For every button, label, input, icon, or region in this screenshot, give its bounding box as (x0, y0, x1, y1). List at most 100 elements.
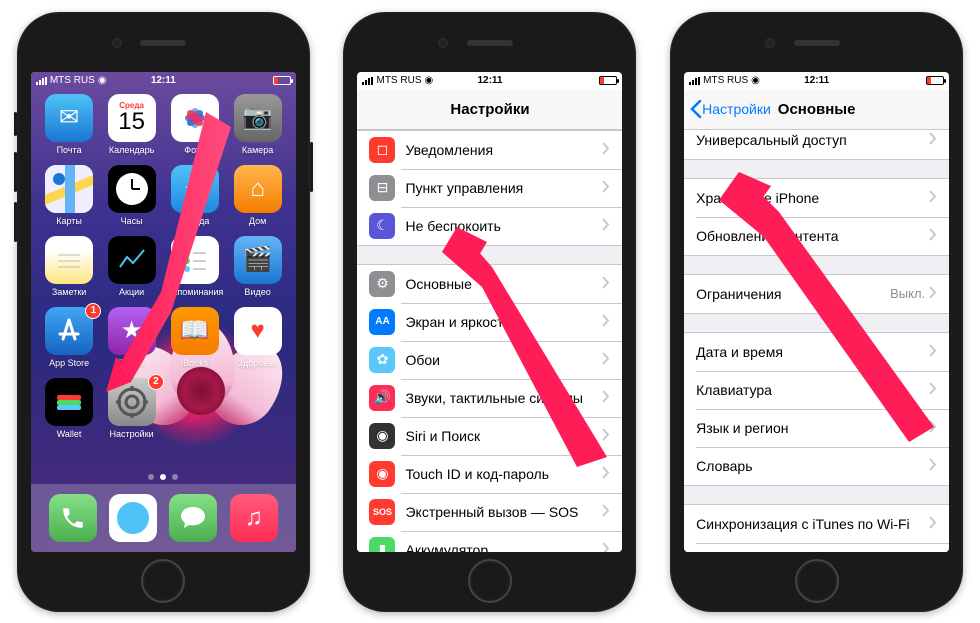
chevron-icon (602, 504, 610, 520)
row-dnd[interactable]: ☾Не беспокоить (357, 207, 622, 245)
app-messages[interactable] (169, 494, 217, 542)
nav-title: Настройки (450, 101, 529, 118)
speaker-slot (467, 40, 513, 46)
back-button[interactable]: Настройки (690, 100, 771, 118)
app-settings[interactable]: 2Настройки (103, 378, 160, 439)
row-wallpaper[interactable]: ✿Обои (357, 341, 622, 379)
row-itunes-wifi-sync[interactable]: Синхронизация с iTunes по Wi-Fi (684, 505, 949, 543)
wifi-icon: ◉ (424, 75, 433, 86)
app-ibooks[interactable]: 📖iBooks (166, 307, 223, 368)
app-weather[interactable]: ☀︎Погода (166, 165, 223, 226)
app-grid: ✉︎Почта Среда15Календарь Фото 📷 Камера Ка… (31, 90, 296, 439)
mute-switch[interactable] (14, 112, 17, 136)
app-stocks[interactable]: Акции (103, 236, 160, 297)
reminders-icon (171, 236, 219, 284)
row-accessibility[interactable]: Универсальный доступ (684, 130, 949, 159)
home-button[interactable] (795, 559, 839, 603)
app-phone[interactable] (49, 494, 97, 542)
signal-icon (689, 77, 700, 85)
row-general[interactable]: ⚙Основные (357, 265, 622, 303)
row-background-refresh[interactable]: Обновление контента (684, 217, 949, 255)
chevron-icon (602, 314, 610, 330)
app-camera[interactable]: 📷 Камера (229, 94, 286, 155)
carrier-label: MTS RUS (703, 75, 748, 86)
row-control-center[interactable]: ⊟Пункт управления (357, 169, 622, 207)
app-label: Здоровье (237, 358, 277, 368)
app-videos[interactable]: 🎬Видео (229, 236, 286, 297)
app-itunes[interactable]: ★ iTunes (103, 307, 160, 368)
row-restrictions[interactable]: ОграниченияВыкл. (684, 275, 949, 313)
health-icon: ♥ (234, 307, 282, 355)
app-label: iTunes (118, 358, 145, 368)
chevron-icon (602, 218, 610, 234)
front-camera (438, 38, 448, 48)
chevron-icon (602, 428, 610, 444)
row-value: Выкл. (890, 286, 925, 301)
camera-icon: 📷 (234, 94, 282, 142)
app-photos[interactable]: Фото (166, 94, 223, 155)
sos-icon: SOS (369, 499, 395, 525)
clock-label: 12:11 (804, 75, 829, 86)
display-icon: AA (369, 309, 395, 335)
app-label: Напоминания (166, 287, 223, 297)
mail-icon: ✉︎ (45, 94, 93, 142)
chevron-icon (929, 420, 937, 436)
volume-up[interactable] (14, 152, 17, 192)
app-reminders[interactable]: Напоминания (166, 236, 223, 297)
app-label: Камера (242, 145, 273, 155)
photos-icon (171, 94, 219, 142)
chevron-icon (929, 458, 937, 474)
app-appstore[interactable]: 1App Store (41, 307, 98, 368)
app-maps[interactable]: Карты (41, 165, 98, 226)
row-battery[interactable]: ▮Аккумулятор (357, 531, 622, 552)
itunes-icon: ★ (108, 307, 156, 355)
sounds-icon: 🔊 (369, 385, 395, 411)
row-iphone-storage[interactable]: Хранилище iPhone (684, 179, 949, 217)
row-siri[interactable]: ◉Siri и Поиск (357, 417, 622, 455)
row-touchid[interactable]: ◉Touch ID и код-пароль (357, 455, 622, 493)
app-wallet[interactable]: Wallet (41, 378, 98, 439)
row-display[interactable]: AAЭкран и яркость (357, 303, 622, 341)
app-label: Видео (244, 287, 270, 297)
home-button[interactable] (141, 559, 185, 603)
general-list[interactable]: Универсальный доступ Хранилище iPhone Об… (684, 130, 949, 552)
row-keyboard[interactable]: Клавиатура (684, 371, 949, 409)
row-vpn[interactable]: VPNНе подключено (684, 543, 949, 552)
notes-icon (45, 236, 93, 284)
app-label: Календарь (109, 145, 154, 155)
phone-frame-3: MTS RUS◉ 12:11 Настройки Основные Универ… (670, 12, 963, 612)
app-mail[interactable]: ✉︎Почта (41, 94, 98, 155)
app-clock[interactable]: Часы (103, 165, 160, 226)
app-calendar[interactable]: Среда15Календарь (103, 94, 160, 155)
app-notes[interactable]: Заметки (41, 236, 98, 297)
chevron-icon (602, 390, 610, 406)
app-safari[interactable] (109, 494, 157, 542)
app-health[interactable]: ♥ Здоровье (229, 307, 286, 368)
app-music[interactable]: ♫ (230, 494, 278, 542)
power-button[interactable] (310, 142, 313, 192)
row-language-region[interactable]: Язык и регион (684, 409, 949, 447)
row-date-time[interactable]: Дата и время (684, 333, 949, 371)
front-camera (765, 38, 775, 48)
chevron-icon (929, 344, 937, 360)
signal-icon (36, 77, 47, 85)
stocks-icon (108, 236, 156, 284)
status-bar: MTS RUS◉ 12:11 (684, 72, 949, 90)
settings-list[interactable]: ◻︎Уведомления ⊟Пункт управления ☾Не бесп… (357, 130, 622, 552)
dnd-icon: ☾ (369, 213, 395, 239)
row-dictionary[interactable]: Словарь (684, 447, 949, 485)
app-label: App Store (49, 358, 89, 368)
app-home[interactable]: ⌂Дом (229, 165, 286, 226)
row-notifications[interactable]: ◻︎Уведомления (357, 131, 622, 169)
page-dots[interactable] (31, 474, 296, 480)
home-button[interactable] (468, 559, 512, 603)
row-sounds[interactable]: 🔊Звуки, тактильные сигналы (357, 379, 622, 417)
general-icon: ⚙ (369, 271, 395, 297)
wallet-icon (45, 378, 93, 426)
chevron-icon (602, 352, 610, 368)
clock-icon (108, 165, 156, 213)
app-label: iBooks (181, 358, 208, 368)
speaker-slot (794, 40, 840, 46)
row-sos[interactable]: SOSЭкстренный вызов — SOS (357, 493, 622, 531)
volume-down[interactable] (14, 202, 17, 242)
